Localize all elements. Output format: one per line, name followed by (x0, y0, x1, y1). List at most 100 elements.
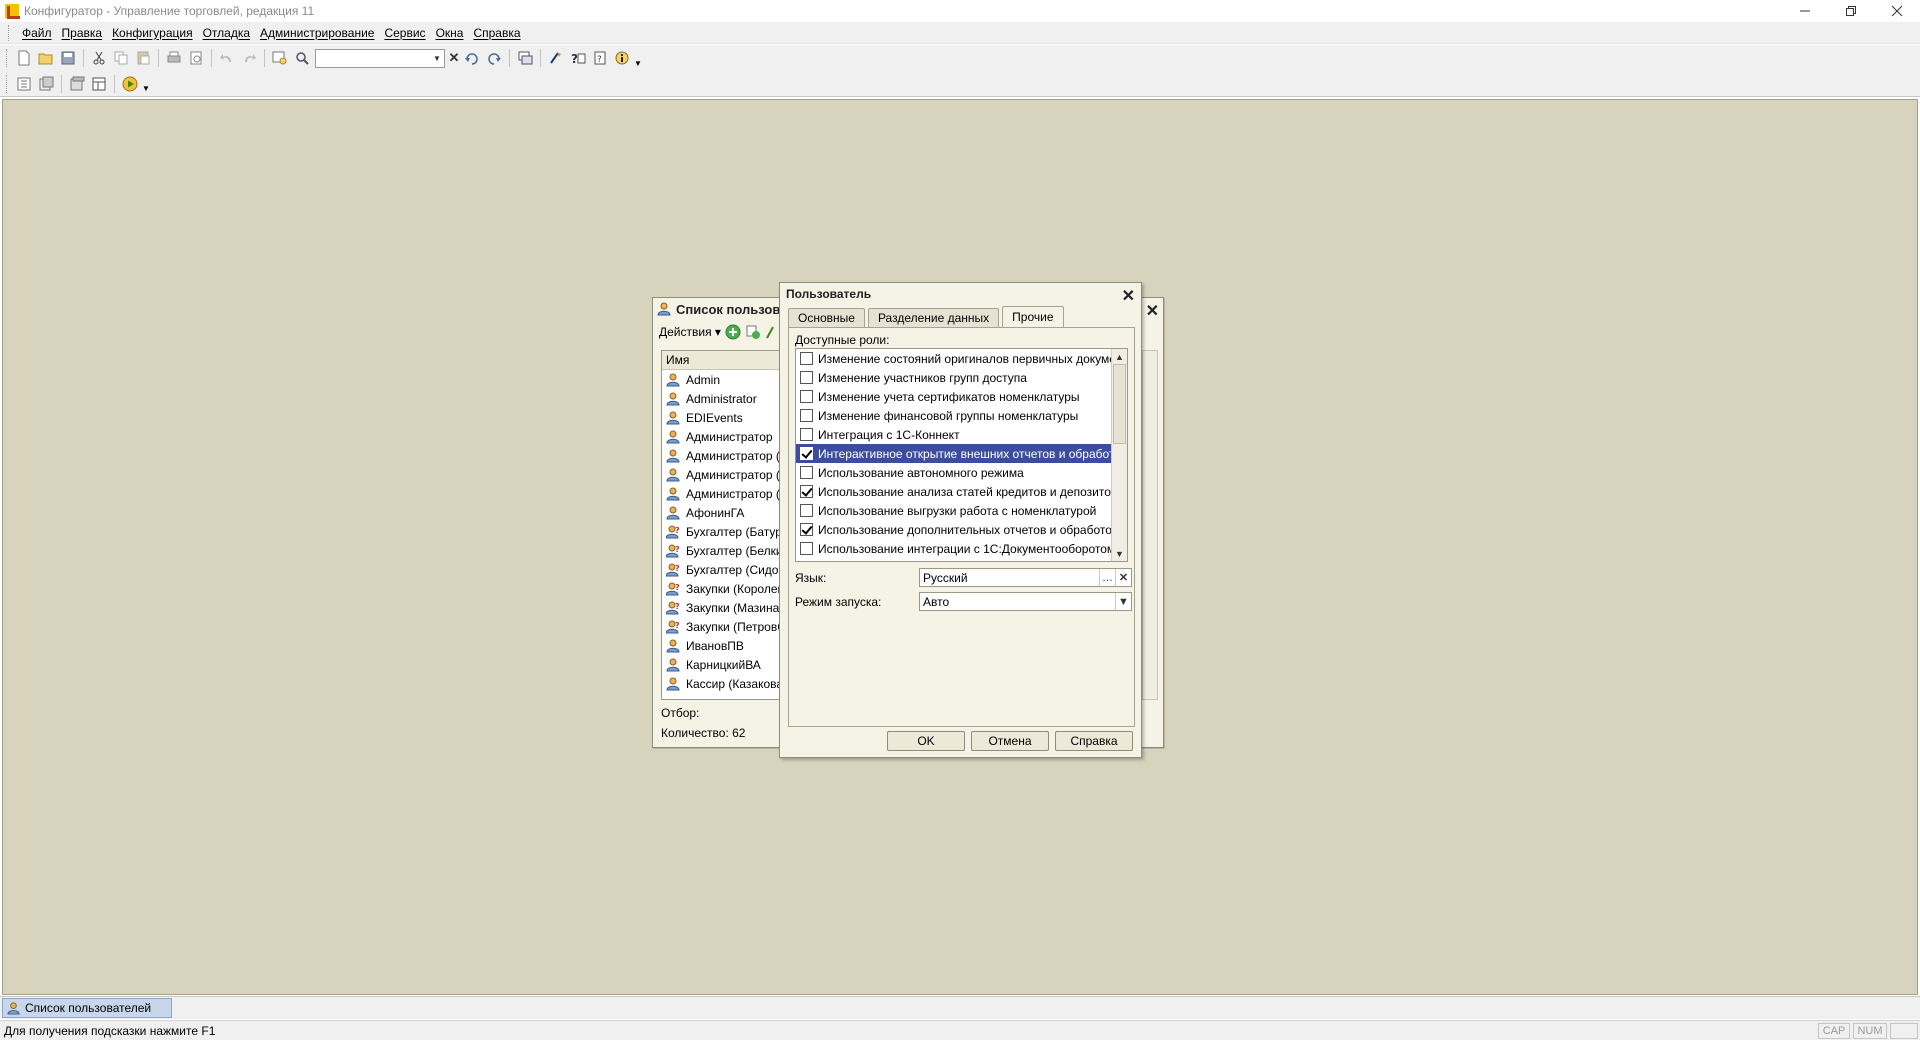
tab-other[interactable]: Прочие (1002, 306, 1064, 327)
table-row[interactable]: Администратор (О (662, 446, 780, 465)
launch-mode-select[interactable]: Авто ▼ (919, 592, 1132, 611)
restore-button[interactable] (1828, 0, 1874, 22)
role-checkbox[interactable] (800, 409, 813, 422)
language-field[interactable]: Русский … ✕ (919, 568, 1132, 587)
role-checkbox[interactable] (800, 485, 813, 498)
search-combo[interactable]: ▼ (315, 48, 445, 68)
copy-button[interactable] (111, 48, 131, 68)
role-checkbox[interactable] (800, 504, 813, 517)
roles-scrollbar[interactable]: ▲ ▼ (1111, 349, 1127, 561)
column-header-name[interactable]: Имя (662, 351, 780, 370)
open-button[interactable] (36, 48, 56, 68)
role-checkbox[interactable] (800, 428, 813, 441)
update-db-button[interactable] (67, 74, 87, 94)
chevron-down-icon[interactable]: ▼ (1115, 593, 1131, 610)
cancel-button[interactable]: Отмена (971, 731, 1049, 751)
role-checkbox[interactable] (800, 447, 813, 460)
menu-debug[interactable]: Отладка (198, 26, 255, 40)
context-help-button[interactable]: ? (568, 48, 588, 68)
windows-button[interactable] (515, 48, 535, 68)
open-config-button[interactable] (14, 74, 34, 94)
table-row[interactable]: ? Закупки (МазинаМ (662, 598, 780, 617)
menu-file[interactable]: Файл (17, 26, 57, 40)
role-checkbox[interactable] (800, 390, 813, 403)
add-user-icon[interactable] (725, 324, 741, 340)
scroll-up-icon[interactable]: ▲ (1112, 349, 1127, 364)
print-preview-button[interactable] (186, 48, 206, 68)
db-config-button[interactable] (36, 74, 56, 94)
edit-user-icon[interactable] (765, 324, 775, 340)
role-checkbox[interactable] (800, 466, 813, 479)
table-row[interactable]: Администратор (Ф (662, 484, 780, 503)
list-item[interactable]: Изменение финансовой группы номенклатуры (796, 406, 1111, 425)
clear-language-button[interactable]: ✕ (1115, 569, 1131, 586)
menu-edit[interactable]: Правка (57, 26, 108, 40)
list-item[interactable]: Интеграция с 1С-Коннект (796, 425, 1111, 444)
cut-button[interactable] (89, 48, 109, 68)
table-row[interactable]: КарницкийВА (662, 655, 780, 674)
table-row[interactable]: ? Бухгалтер (Белкин (662, 541, 780, 560)
menu-administration[interactable]: Администрирование (255, 26, 379, 40)
menu-help[interactable]: Справка (468, 26, 525, 40)
search-button[interactable] (292, 48, 312, 68)
tab-main[interactable]: Основные (788, 308, 865, 327)
menu-configuration[interactable]: Конфигурация (107, 26, 198, 40)
list-item[interactable]: Использование интеграции с 1С:Документоо… (796, 539, 1111, 558)
role-checkbox[interactable] (800, 352, 813, 365)
menu-service[interactable]: Сервис (379, 26, 430, 40)
table-row[interactable]: Кассир (Казакова (662, 674, 780, 693)
minimize-button[interactable] (1782, 0, 1828, 22)
properties-button[interactable] (89, 74, 109, 94)
about-button[interactable] (612, 48, 632, 68)
users-window-close-button[interactable]: ✕ (1146, 301, 1159, 321)
table-row[interactable]: ? Закупки (Королев (662, 579, 780, 598)
new-button[interactable] (14, 48, 34, 68)
chevron-down-icon[interactable]: ▼ (430, 50, 444, 67)
list-item[interactable]: Изменение учета сертификатов номенклатур… (796, 387, 1111, 406)
table-row[interactable]: Администратор (С (662, 465, 780, 484)
clear-search-button[interactable]: ✕ (447, 49, 461, 67)
select-language-button[interactable]: … (1099, 569, 1115, 586)
find-in-tree-button[interactable] (270, 48, 290, 68)
list-item[interactable]: Использование автономного режима (796, 463, 1111, 482)
find-next-button[interactable] (462, 48, 482, 68)
table-row[interactable]: ? Закупки (ПетровС (662, 617, 780, 636)
print-button[interactable] (164, 48, 184, 68)
list-item[interactable]: Изменение состояний оригиналов первичных… (796, 349, 1111, 368)
users-table[interactable]: Имя Admin Administrator EDIEvents Администр… (661, 350, 781, 700)
role-checkbox[interactable] (800, 523, 813, 536)
table-row[interactable]: EDIEvents (662, 408, 780, 427)
roles-list[interactable]: Изменение состояний оригиналов первичных… (795, 348, 1128, 562)
toolbar-more-icon[interactable]: ▼ (142, 84, 150, 93)
scroll-down-icon[interactable]: ▼ (1112, 546, 1127, 561)
dialog-close-button[interactable]: ✕ (1122, 286, 1135, 306)
table-row[interactable]: Администратор (662, 427, 780, 446)
help-button[interactable]: Справка (1055, 731, 1133, 751)
table-row[interactable]: Admin (662, 370, 780, 389)
help-contents-button[interactable]: ? (590, 48, 610, 68)
list-item[interactable]: Использование анализа статей кредитов и … (796, 482, 1111, 501)
list-item[interactable]: Использование выгрузки работа с номенкла… (796, 501, 1111, 520)
table-row[interactable]: ? Бухгалтер (Батури (662, 522, 780, 541)
tab-data-separation[interactable]: Разделение данных (867, 308, 1000, 327)
window-tab-users-list[interactable]: Список пользователей (2, 998, 172, 1018)
paste-button[interactable] (133, 48, 153, 68)
table-row[interactable]: Administrator (662, 389, 780, 408)
undo-button[interactable] (217, 48, 237, 68)
scroll-thumb[interactable] (1113, 364, 1126, 444)
role-checkbox[interactable] (800, 371, 813, 384)
users-scrollbar[interactable] (1142, 350, 1158, 700)
find-previous-button[interactable] (484, 48, 504, 68)
list-item[interactable]: Изменение участников групп доступа (796, 368, 1111, 387)
save-button[interactable] (58, 48, 78, 68)
toolbar-more-icon[interactable]: ▼ (634, 59, 642, 68)
syntax-helper-button[interactable] (546, 48, 566, 68)
role-checkbox[interactable] (800, 542, 813, 555)
start-debug-button[interactable] (120, 74, 140, 94)
actions-menu-button[interactable]: Действия ▾ (659, 325, 721, 339)
table-row[interactable]: ? Бухгалтер (Сидоро (662, 560, 780, 579)
table-row[interactable]: ИвановПВ (662, 636, 780, 655)
close-window-button[interactable] (1874, 0, 1920, 22)
menu-windows[interactable]: Окна (431, 26, 469, 40)
table-row[interactable]: АфонинГА (662, 503, 780, 522)
